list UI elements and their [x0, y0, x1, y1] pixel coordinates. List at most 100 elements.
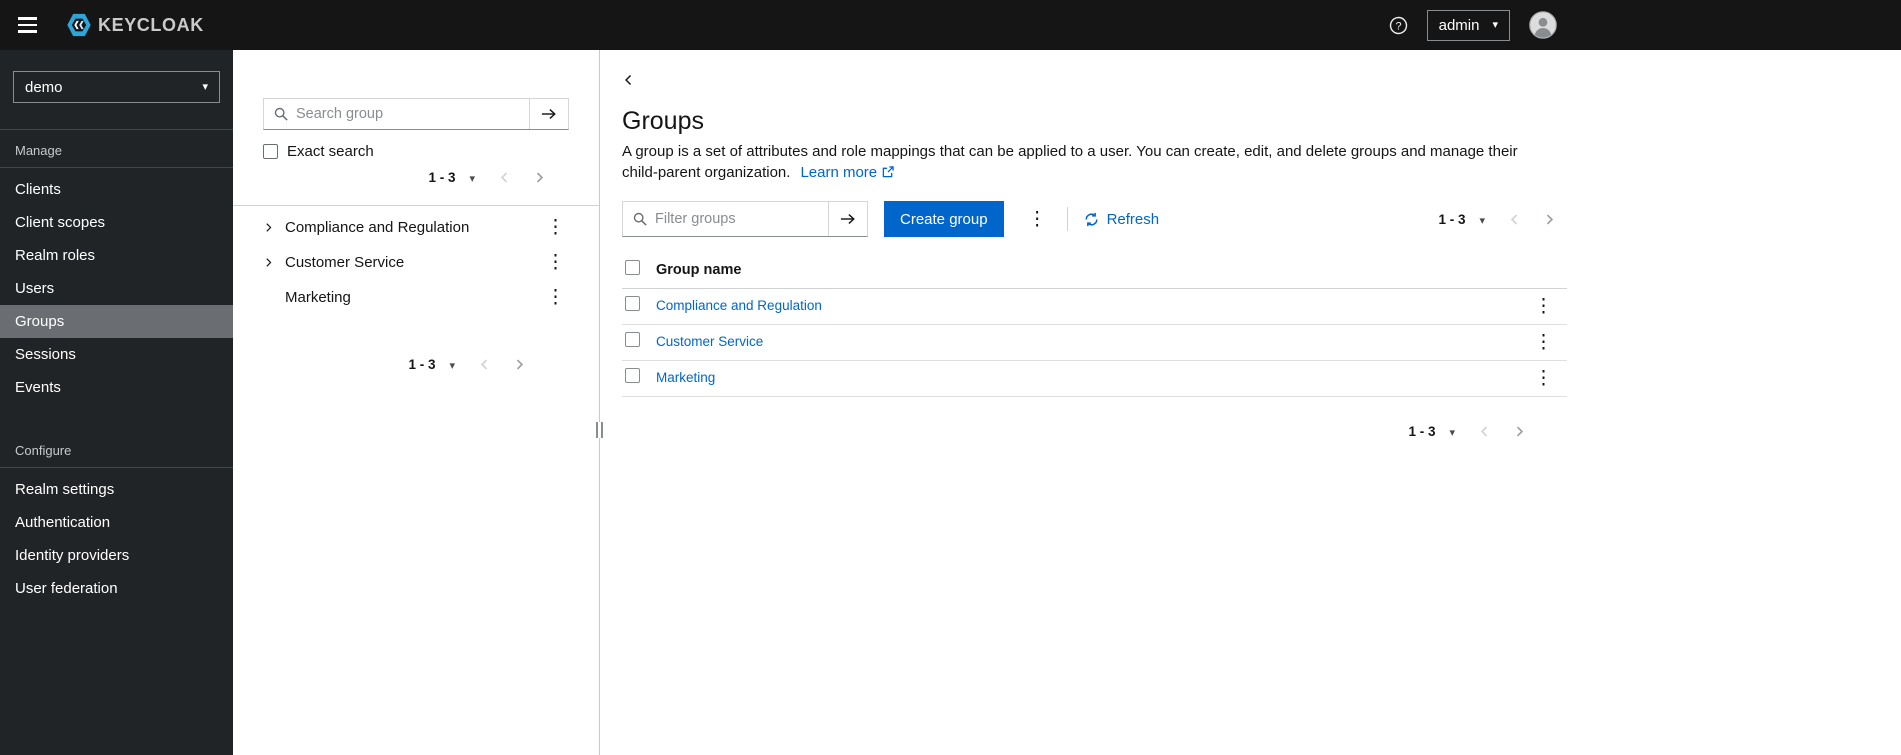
- sidebar-item-events[interactable]: Events: [0, 371, 233, 404]
- pagination-range: 1 - 3: [1408, 424, 1436, 439]
- pagination-next-icon[interactable]: [1532, 209, 1567, 230]
- hamburger-menu-icon[interactable]: [13, 8, 43, 42]
- pagination-options-toggle[interactable]: ▾: [447, 355, 457, 374]
- row-checkbox[interactable]: [625, 332, 640, 347]
- pagination-range: 1 - 3: [1438, 211, 1466, 227]
- filter-groups-input[interactable]: [647, 202, 828, 236]
- caret-down-icon: ▾: [1492, 18, 1498, 31]
- sidebar-item-users[interactable]: Users: [0, 272, 233, 305]
- table-pagination-bottom: 1 - 3 ▾: [622, 417, 1567, 447]
- external-link-icon: [882, 166, 894, 178]
- kebab-menu-icon[interactable]: ⋮: [1024, 208, 1051, 231]
- tree-item: Compliance and Regulation ⋮: [233, 210, 599, 245]
- table-row: Compliance and Regulation ⋮: [622, 288, 1567, 324]
- user-avatar[interactable]: [1529, 11, 1557, 39]
- realm-selector-dropdown[interactable]: demo ▾: [13, 71, 220, 103]
- kebab-menu-icon[interactable]: ⋮: [1530, 367, 1557, 390]
- keycloak-logo-icon: [67, 13, 91, 37]
- caret-down-icon: ▾: [202, 80, 208, 93]
- tree-pagination-bottom: 1 - 3 ▾: [233, 351, 599, 377]
- kebab-menu-icon[interactable]: ⋮: [542, 251, 569, 274]
- kebab-menu-icon[interactable]: ⋮: [542, 216, 569, 239]
- group-search-row: [263, 98, 569, 130]
- table-row: Customer Service ⋮: [622, 324, 1567, 360]
- group-name-link[interactable]: Compliance and Regulation: [656, 298, 822, 313]
- keycloak-logo[interactable]: KEYCLOAK: [65, 12, 204, 38]
- pagination-prev-icon[interactable]: [467, 354, 502, 375]
- caret-down-icon: ▾: [1449, 427, 1455, 439]
- pagination-next-icon[interactable]: [1502, 421, 1537, 442]
- refresh-label: Refresh: [1106, 210, 1160, 228]
- pagination-options-toggle[interactable]: ▾: [1477, 210, 1487, 229]
- arrow-right-icon: [541, 109, 556, 119]
- pagination-options-toggle[interactable]: ▾: [1447, 422, 1457, 441]
- groups-toolbar: Create group ⋮ Refresh 1 - 3 ▾: [622, 201, 1567, 237]
- sidebar-nav: demo ▾ Manage Clients Client scopes Real…: [0, 50, 233, 755]
- pagination-range: 1 - 3: [428, 169, 456, 185]
- tree-item: Marketing ⋮: [233, 280, 599, 315]
- groups-table: Group name Compliance and Regulation ⋮ C…: [622, 252, 1567, 397]
- panel-resize-handle[interactable]: [596, 422, 603, 438]
- sidebar-item-realm-roles[interactable]: Realm roles: [0, 239, 233, 272]
- user-menu-label: admin: [1438, 16, 1480, 34]
- expand-chevron-icon[interactable]: [263, 222, 285, 233]
- pagination-next-icon[interactable]: [502, 354, 537, 375]
- exact-search-label: Exact search: [287, 143, 374, 160]
- pagination-prev-icon[interactable]: [1497, 209, 1532, 230]
- group-name-link[interactable]: Customer Service: [656, 334, 763, 349]
- sidebar-item-groups[interactable]: Groups: [0, 305, 233, 338]
- exact-search-checkbox[interactable]: [263, 144, 278, 159]
- filter-groups-group: [622, 201, 868, 237]
- pagination-prev-icon[interactable]: [1467, 421, 1502, 442]
- search-icon: [264, 99, 288, 129]
- search-submit-button[interactable]: [529, 99, 568, 129]
- sidebar-item-clients[interactable]: Clients: [0, 173, 233, 206]
- nav-section-manage: Manage Clients Client scopes Realm roles…: [0, 130, 233, 404]
- sidebar-item-user-federation[interactable]: User federation: [0, 572, 233, 605]
- page-title: Groups: [622, 107, 704, 135]
- tree-item-label[interactable]: Marketing: [285, 289, 542, 306]
- sidebar-item-realm-settings[interactable]: Realm settings: [0, 473, 233, 506]
- group-search-input[interactable]: [288, 99, 529, 129]
- nav-section-title: Manage: [15, 143, 62, 158]
- pagination-options-toggle[interactable]: ▾: [467, 168, 477, 187]
- kebab-menu-icon[interactable]: ⋮: [1530, 295, 1557, 318]
- table-header-row: Group name: [622, 252, 1567, 288]
- nav-section-title: Configure: [15, 443, 72, 458]
- pagination-prev-icon[interactable]: [487, 167, 522, 188]
- app-header: KEYCLOAK ? admin ▾: [0, 0, 1901, 50]
- realm-selector-value: demo: [25, 78, 63, 96]
- tree-item: Customer Service ⋮: [233, 245, 599, 280]
- pagination-range: 1 - 3: [408, 356, 436, 372]
- user-menu-dropdown[interactable]: admin ▾: [1426, 9, 1510, 41]
- filter-submit-button[interactable]: [828, 202, 867, 236]
- pagination-next-icon[interactable]: [522, 167, 557, 188]
- caret-down-icon: ▾: [469, 172, 475, 185]
- collapse-panel-icon[interactable]: [622, 73, 635, 87]
- row-checkbox[interactable]: [625, 296, 640, 311]
- tree-item-label[interactable]: Customer Service: [285, 254, 542, 271]
- groups-tree-list: Compliance and Regulation ⋮ Customer Ser…: [233, 205, 599, 315]
- learn-more-link[interactable]: Learn more: [800, 164, 894, 181]
- sidebar-item-authentication[interactable]: Authentication: [0, 506, 233, 539]
- expand-chevron-icon[interactable]: [263, 257, 285, 268]
- group-search-group: [263, 98, 569, 130]
- kebab-menu-icon[interactable]: ⋮: [1530, 331, 1557, 354]
- sidebar-item-identity-providers[interactable]: Identity providers: [0, 539, 233, 572]
- select-all-checkbox[interactable]: [625, 259, 640, 275]
- create-group-button[interactable]: Create group: [884, 201, 1004, 237]
- sidebar-item-sessions[interactable]: Sessions: [0, 338, 233, 371]
- row-checkbox[interactable]: [625, 368, 640, 383]
- group-name-link[interactable]: Marketing: [656, 370, 715, 385]
- kebab-menu-icon[interactable]: ⋮: [542, 286, 569, 309]
- help-icon[interactable]: ?: [1389, 16, 1408, 35]
- learn-more-label: Learn more: [800, 164, 878, 181]
- nav-section-configure: Configure Realm settings Authentication …: [0, 430, 233, 605]
- description-text: A group is a set of attributes and role …: [622, 143, 1518, 181]
- refresh-button[interactable]: Refresh: [1084, 210, 1160, 228]
- nav-divider: [0, 467, 233, 468]
- sidebar-item-client-scopes[interactable]: Client scopes: [0, 206, 233, 239]
- search-icon: [623, 202, 647, 236]
- nav-divider: [0, 167, 233, 168]
- tree-item-label[interactable]: Compliance and Regulation: [285, 219, 542, 236]
